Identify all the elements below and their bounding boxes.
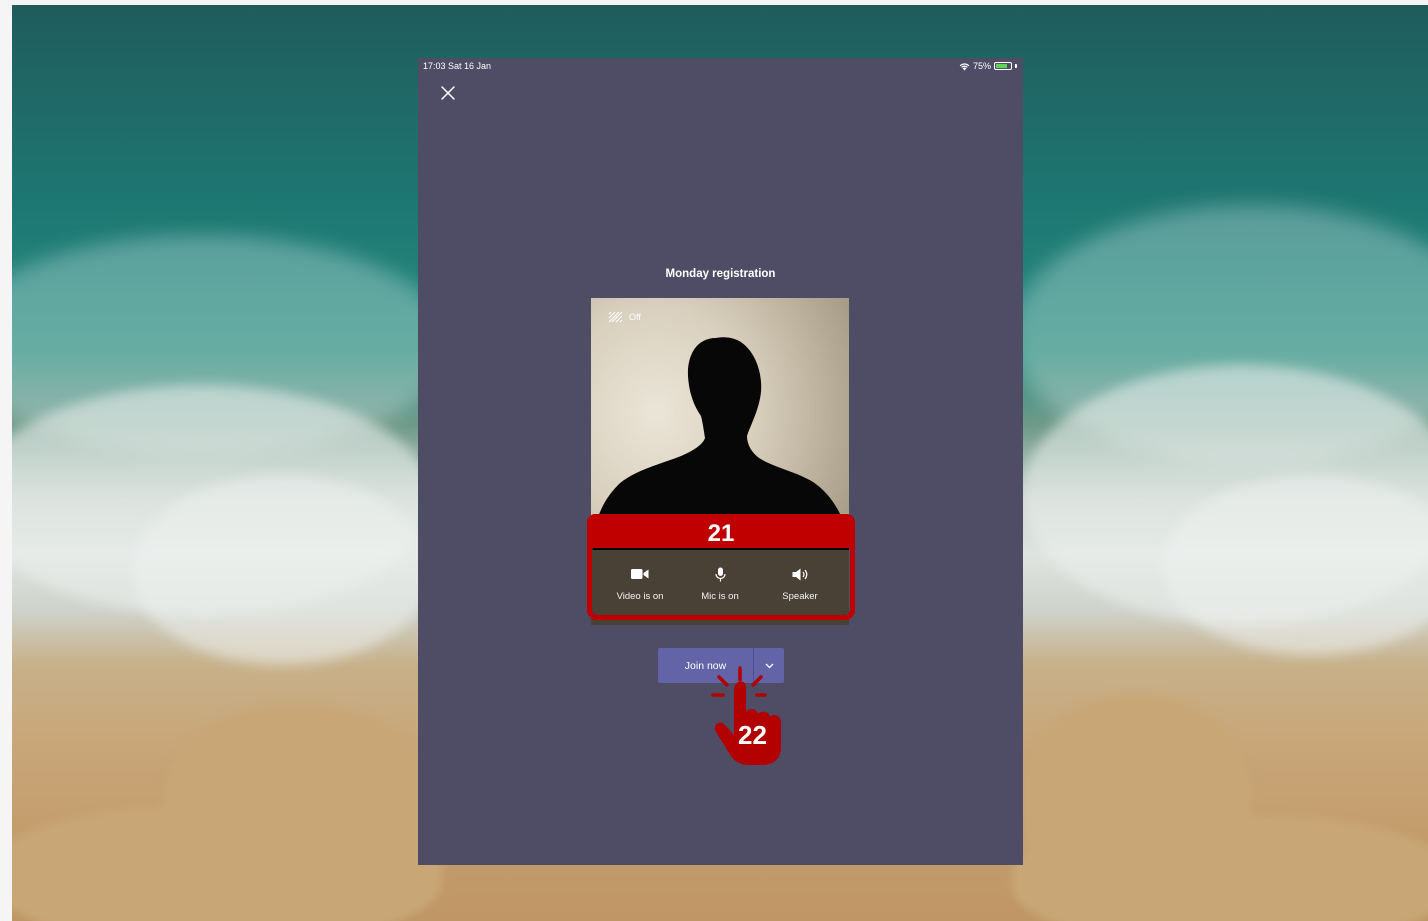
- window-left-edge: [0, 0, 12, 921]
- close-button[interactable]: [439, 84, 457, 102]
- battery-icon: [994, 62, 1012, 70]
- battery-percentage: 75%: [972, 61, 991, 71]
- status-indicators: 75%: [959, 61, 1017, 71]
- background-effects-toggle[interactable]: Off: [608, 311, 641, 323]
- background-effects-icon: [608, 311, 623, 323]
- close-icon: [441, 86, 455, 100]
- tap-hand-icon: [711, 666, 781, 765]
- annotation-step-22: 22: [738, 720, 767, 750]
- wifi-icon: [959, 62, 970, 70]
- background-effects-label: Off: [629, 312, 641, 322]
- status-time: 17:03 Sat 16 Jan: [423, 61, 492, 71]
- annotation-step-21: 21: [587, 514, 855, 548]
- meeting-title: Monday registration: [665, 268, 776, 280]
